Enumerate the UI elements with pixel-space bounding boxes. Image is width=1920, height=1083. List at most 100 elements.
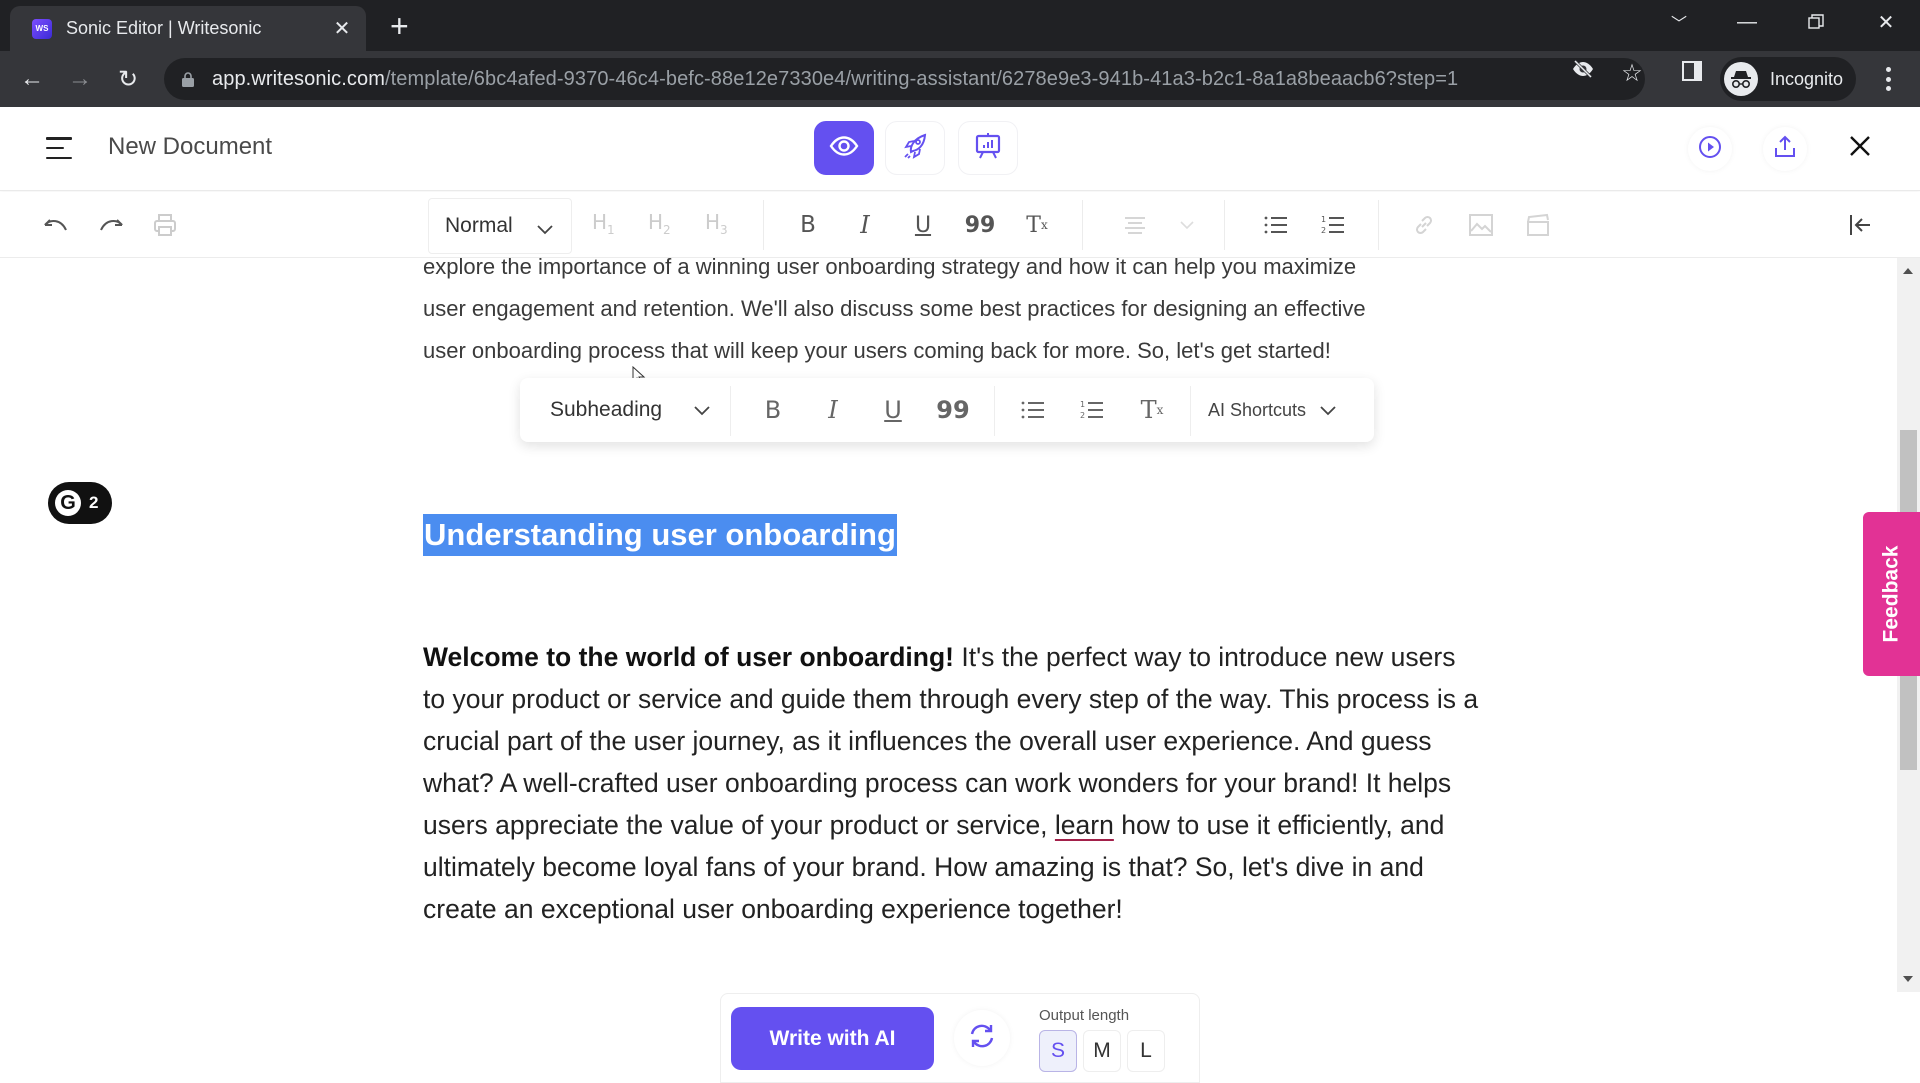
length-small-button[interactable]: S: [1039, 1030, 1077, 1072]
intro-paragraph[interactable]: explore the importance of a winning user…: [423, 258, 1463, 372]
refresh-icon: [968, 1023, 996, 1054]
close-editor-button[interactable]: [1845, 133, 1875, 163]
bold-icon[interactable]: B: [791, 208, 825, 242]
selected-subheading[interactable]: Understanding user onboarding: [423, 514, 897, 556]
writesonic-favicon-icon: WS: [32, 18, 52, 39]
regenerate-button[interactable]: [954, 1010, 1010, 1066]
numbered-list-icon[interactable]: 12: [1316, 208, 1350, 242]
feedback-tab[interactable]: Feedback: [1863, 512, 1920, 676]
toolbar-divider: [763, 200, 764, 250]
toolbar-divider: [1378, 200, 1379, 250]
clear-format-icon[interactable]: Tx: [1020, 208, 1054, 242]
grammarly-badge[interactable]: G 2: [48, 482, 112, 524]
align-chevron-down-icon[interactable]: [1170, 208, 1204, 242]
block-style-select[interactable]: Normal: [428, 198, 572, 254]
chevron-down-icon: [694, 398, 710, 422]
toolbar-divider: [1082, 200, 1083, 250]
bullet-list-icon[interactable]: [1259, 208, 1293, 242]
body-paragraph[interactable]: Welcome to the world of user onboarding!…: [423, 636, 1483, 930]
print-icon[interactable]: [148, 208, 182, 242]
browser-tab[interactable]: WS Sonic Editor | Writesonic ✕: [10, 6, 366, 51]
scroll-down-arrow-icon[interactable]: [1903, 976, 1913, 982]
italic-icon[interactable]: I: [816, 392, 850, 428]
preview-mode-button[interactable]: [814, 121, 874, 175]
clear-format-icon[interactable]: Tx: [1135, 392, 1169, 428]
export-button[interactable]: [1763, 127, 1807, 171]
write-with-ai-button[interactable]: Write with AI: [731, 1007, 934, 1070]
undo-icon[interactable]: [39, 208, 73, 242]
subheading-style-select[interactable]: Subheading: [550, 392, 710, 428]
link-icon[interactable]: [1407, 208, 1441, 242]
collapse-panel-icon[interactable]: [1843, 208, 1877, 242]
reload-button[interactable]: ↻: [110, 61, 146, 97]
grammarly-icon: G: [55, 490, 81, 516]
blockquote-icon[interactable]: 99: [936, 392, 970, 428]
address-bar[interactable]: app.writesonic.com/template/6bc4afed-937…: [164, 58, 1645, 100]
browser-toolbar: ← → ↻ app.writesonic.com/template/6bc4af…: [0, 51, 1920, 107]
video-clapper-icon[interactable]: [1521, 208, 1555, 242]
bold-icon[interactable]: B: [756, 392, 790, 428]
align-icon[interactable]: [1118, 208, 1152, 242]
browser-tabstrip: WS Sonic Editor | Writesonic ✕ + ﹀ — ✕: [0, 0, 1920, 51]
close-icon: [1849, 135, 1871, 162]
length-large-button[interactable]: L: [1127, 1030, 1165, 1072]
underline-icon[interactable]: U: [906, 208, 940, 242]
toolbar-divider: [1224, 200, 1225, 250]
url-text: app.writesonic.com/template/6bc4afed-937…: [212, 67, 1459, 90]
editor-toolbar: Normal H1 H2 H3 B I U 99 Tx 12: [0, 192, 1920, 258]
heading-3-button[interactable]: H3: [705, 210, 728, 237]
chevron-down-icon: [537, 217, 553, 241]
body-bold-lead: Welcome to the world of user onboarding!: [423, 642, 954, 672]
presentation-mode-button[interactable]: [958, 121, 1018, 175]
svg-text:1: 1: [1321, 215, 1326, 224]
side-panel-icon[interactable]: [1677, 61, 1707, 87]
ai-shortcuts-dropdown[interactable]: AI Shortcuts: [1208, 392, 1336, 428]
back-button[interactable]: ←: [14, 61, 50, 97]
heading-1-button[interactable]: H1: [592, 210, 615, 237]
feedback-label: Feedback: [1879, 545, 1903, 643]
output-length-label: Output length: [1039, 1007, 1130, 1024]
browser-menu-icon[interactable]: [1876, 65, 1900, 93]
intro-line: explore the importance of a winning user…: [423, 258, 1357, 279]
bookmark-star-icon[interactable]: ☆: [1617, 59, 1647, 88]
spellcheck-flagged-word[interactable]: learn: [1055, 810, 1114, 840]
heading-2-button[interactable]: H2: [648, 210, 671, 237]
block-style-value: Normal: [445, 214, 513, 237]
play-button[interactable]: [1688, 127, 1732, 171]
floating-format-toolbar: Subheading B I U 99 12 Tx AI Shortcuts: [520, 378, 1374, 442]
incognito-profile-button[interactable]: Incognito: [1720, 57, 1856, 101]
eye-icon: [829, 135, 859, 162]
window-close-button[interactable]: ✕: [1852, 0, 1920, 44]
menu-hamburger-icon[interactable]: [46, 137, 72, 159]
bullet-list-icon[interactable]: [1016, 392, 1050, 428]
length-medium-button[interactable]: M: [1083, 1030, 1121, 1072]
incognito-label: Incognito: [1770, 68, 1844, 89]
intro-line: user engagement and retention. We'll als…: [423, 296, 1366, 321]
intro-line: user onboarding process that will keep y…: [423, 338, 1331, 363]
svg-text:2: 2: [1321, 226, 1326, 235]
minimize-button[interactable]: —: [1713, 0, 1781, 44]
restore-button[interactable]: [1782, 0, 1850, 44]
app-header: New Document: [0, 107, 1920, 191]
grammarly-suggestion-count: 2: [89, 493, 99, 512]
new-tab-button[interactable]: +: [390, 8, 409, 45]
ai-write-panel: Write with AI Output length S M L: [720, 993, 1200, 1083]
presentation-chart-icon: [975, 132, 1001, 165]
svg-text:1: 1: [1080, 400, 1085, 409]
underline-icon[interactable]: U: [876, 392, 910, 428]
launch-mode-button[interactable]: [885, 121, 945, 175]
document-title[interactable]: New Document: [108, 133, 272, 161]
blockquote-icon[interactable]: 99: [963, 208, 997, 242]
tab-close-icon[interactable]: ✕: [330, 16, 354, 41]
scroll-up-arrow-icon[interactable]: [1903, 268, 1913, 274]
redo-icon[interactable]: [94, 208, 128, 242]
forward-button[interactable]: →: [62, 61, 98, 97]
image-icon[interactable]: [1464, 208, 1498, 242]
chevron-down-icon: [1320, 400, 1336, 421]
lock-icon: [182, 72, 194, 87]
tab-search-chevron-icon[interactable]: ﹀: [1645, 0, 1713, 44]
tracking-blocked-eye-icon[interactable]: [1568, 59, 1598, 85]
toolbar-divider: [1190, 386, 1191, 436]
italic-icon[interactable]: I: [848, 208, 882, 242]
numbered-list-icon[interactable]: 12: [1075, 392, 1109, 428]
